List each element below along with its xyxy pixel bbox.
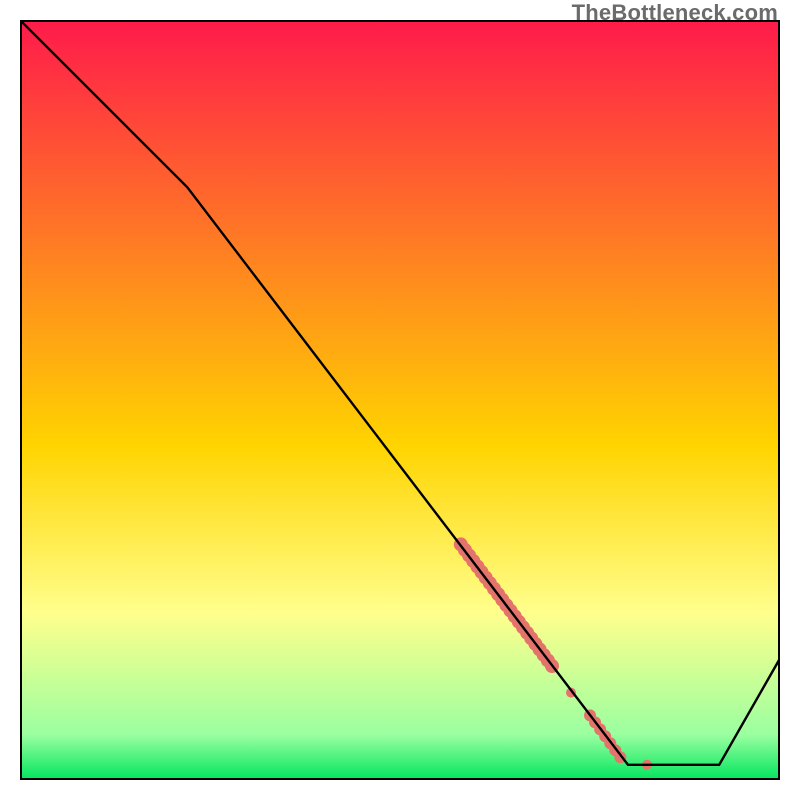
plot-svg (20, 20, 780, 780)
chart-container: TheBottleneck.com (0, 0, 800, 800)
plot-area (20, 20, 780, 780)
